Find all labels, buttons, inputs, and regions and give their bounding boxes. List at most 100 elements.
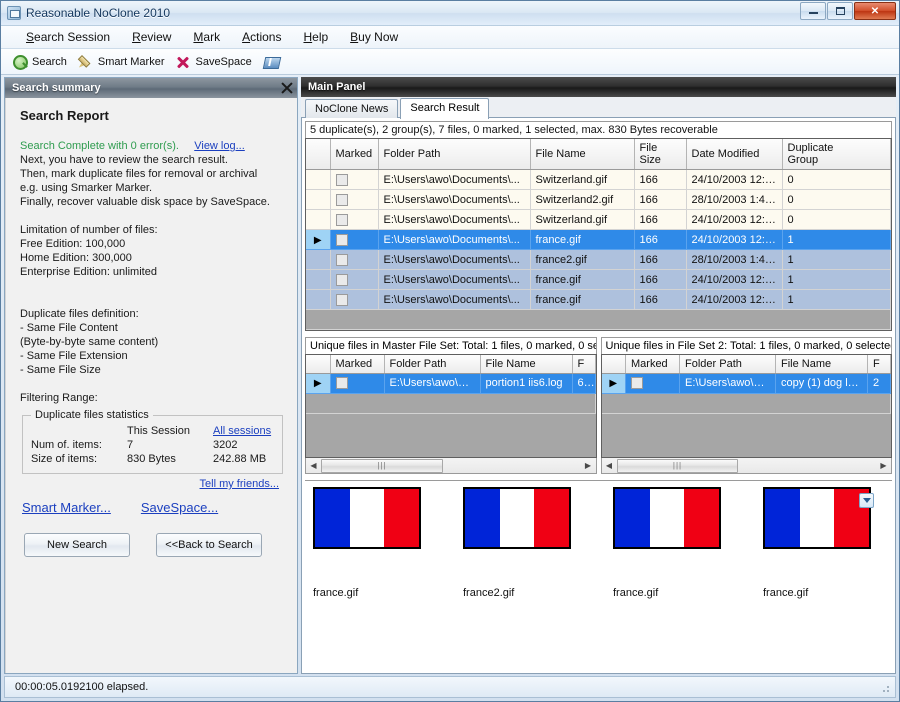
table-row[interactable]: ▶E:\Users\awo\Documents\...france.gif166… [306, 230, 891, 250]
set2-marked-cell[interactable] [626, 373, 680, 393]
menu-bar: Search Session Review Mark Actions Help … [1, 26, 899, 49]
tab-noclone-news[interactable]: NoClone News [305, 99, 398, 118]
master-scroll-left-icon[interactable]: ◀ [306, 459, 321, 473]
file-name-cell: Switzerland.gif [530, 170, 634, 190]
back-to-search-button[interactable]: <<Back to Search [156, 533, 262, 557]
master-scroll-thumb[interactable]: ||| [321, 459, 443, 473]
view-log-link[interactable]: View log... [194, 140, 245, 152]
thumbnail-item[interactable] [613, 487, 723, 549]
col-file-size[interactable]: File Size [634, 139, 686, 170]
table-row[interactable]: E:\Users\awo\Documents\...Switzerland.gi… [306, 170, 891, 190]
marked-cell[interactable] [330, 290, 378, 310]
menu-buy-now[interactable]: Buy Now [339, 28, 409, 46]
close-icon[interactable] [279, 80, 295, 96]
tab-search-result[interactable]: Search Result [400, 98, 489, 119]
master-file-set-grid[interactable]: Marked Folder Path File Name F ▶E:\Users… [305, 354, 597, 458]
table-row[interactable]: ▶E:\Users\awo\D...portion1 iis6.log65 [306, 373, 595, 393]
french-flag-image[interactable] [463, 487, 571, 549]
marked-checkbox[interactable] [336, 194, 348, 206]
french-flag-image[interactable] [313, 487, 421, 549]
table-row[interactable]: E:\Users\awo\Documents\...france.gif1662… [306, 270, 891, 290]
window-controls: ✕ [800, 2, 896, 20]
minimize-button[interactable] [800, 2, 826, 20]
set2-scroll-left-icon[interactable]: ◀ [602, 459, 617, 473]
toolbar-search-button[interactable]: Search [9, 52, 75, 72]
table-row[interactable]: E:\Users\awo\Documents\...france.gif1662… [306, 290, 891, 310]
set2-col-marked[interactable]: Marked [626, 355, 680, 373]
toolbar-smart-marker-button[interactable]: Smart Marker [75, 52, 173, 72]
maximize-button[interactable] [827, 2, 853, 20]
master-marked-checkbox[interactable] [336, 377, 348, 389]
size-items-this-session: 830 Bytes [127, 452, 213, 466]
master-scroll-right-icon[interactable]: ▶ [581, 459, 596, 473]
table-row[interactable]: E:\Users\awo\Documents\...france2.gif166… [306, 250, 891, 270]
definition-size: - Same File Size [20, 363, 285, 377]
toolbar-savespace-button[interactable]: SaveSpace [172, 52, 259, 72]
toolbar-help-button[interactable] [260, 52, 287, 72]
master-col-file-name[interactable]: File Name [480, 355, 572, 373]
menu-review-label: eview [141, 30, 172, 44]
marked-cell[interactable] [330, 190, 378, 210]
french-flag-image[interactable] [763, 487, 871, 549]
marked-checkbox[interactable] [336, 234, 348, 246]
menu-help[interactable]: Help [292, 28, 339, 46]
marked-cell[interactable] [330, 250, 378, 270]
thumbnail-item[interactable] [463, 487, 573, 549]
table-row[interactable]: E:\Users\awo\Documents\...Switzerland2.g… [306, 190, 891, 210]
col-marked[interactable]: Marked [330, 139, 378, 170]
marked-cell[interactable] [330, 230, 378, 250]
master-file-set-title: Unique files in Master File Set: Total: … [305, 337, 597, 354]
col-folder-path[interactable]: Folder Path [378, 139, 530, 170]
all-sessions-link[interactable]: All sessions [213, 425, 271, 437]
num-items-this-session: 7 [127, 438, 213, 452]
statistics-row-size-items: Size of items: 830 Bytes 242.88 MB [31, 452, 274, 466]
french-flag-image[interactable] [613, 487, 721, 549]
resize-grip-icon[interactable] [877, 680, 891, 694]
col-file-name[interactable]: File Name [530, 139, 634, 170]
smart-marker-link[interactable]: Smart Marker... [22, 500, 111, 515]
menu-search-session[interactable]: Search Session [15, 28, 121, 46]
col-duplicate-group[interactable]: Duplicate Group [782, 139, 891, 170]
menu-search-session-accel: S [26, 30, 34, 44]
marked-cell[interactable] [330, 170, 378, 190]
set2-marked-checkbox[interactable] [631, 377, 643, 389]
marked-cell[interactable] [330, 270, 378, 290]
thumbnail-item[interactable] [313, 487, 423, 549]
menu-actions[interactable]: Actions [231, 28, 292, 46]
marked-checkbox[interactable] [336, 274, 348, 286]
scroll-down-icon[interactable] [859, 493, 874, 508]
savespace-link[interactable]: SaveSpace... [141, 500, 218, 515]
marked-cell[interactable] [330, 210, 378, 230]
set2-col-file-name[interactable]: File Name [776, 355, 868, 373]
marked-checkbox[interactable] [336, 294, 348, 306]
set2-col-next[interactable]: F [868, 355, 891, 373]
tell-my-friends-link[interactable]: Tell my friends... [200, 478, 279, 490]
master-col-folder-path[interactable]: Folder Path [384, 355, 480, 373]
table-row[interactable]: E:\Users\awo\Documents\...Switzerland.gi… [306, 210, 891, 230]
marked-checkbox[interactable] [336, 174, 348, 186]
file-set-2-grid[interactable]: Marked Folder Path File Name F ▶E:\Users… [601, 354, 893, 458]
marked-checkbox[interactable] [336, 254, 348, 266]
flag-band [384, 489, 419, 547]
master-col-next[interactable]: F [572, 355, 595, 373]
new-search-button[interactable]: New Search [24, 533, 130, 557]
col-date-modified[interactable]: Date Modified [686, 139, 782, 170]
set2-scroll-thumb[interactable]: ||| [617, 459, 739, 473]
master-horizontal-scrollbar[interactable]: ◀ ||| ▶ [305, 458, 597, 474]
marked-checkbox[interactable] [336, 214, 348, 226]
menu-mark-accel: M [193, 30, 203, 44]
menu-review[interactable]: Review [121, 28, 182, 46]
menu-mark[interactable]: Mark [182, 28, 231, 46]
set2-horizontal-scrollbar[interactable]: ◀ ||| ▶ [601, 458, 893, 474]
set2-scroll-track[interactable]: ||| [617, 459, 877, 473]
master-scroll-track[interactable]: ||| [321, 459, 581, 473]
set2-next-cell: 2 [868, 373, 891, 393]
thumbnail-item[interactable] [763, 487, 873, 549]
master-marked-cell[interactable] [330, 373, 384, 393]
master-col-marked[interactable]: Marked [330, 355, 384, 373]
table-row[interactable]: ▶E:\Users\awo\D...copy (1) dog loos...2 [602, 373, 891, 393]
set2-scroll-right-icon[interactable]: ▶ [876, 459, 891, 473]
close-button[interactable]: ✕ [854, 2, 896, 20]
set2-col-folder-path[interactable]: Folder Path [680, 355, 776, 373]
duplicates-grid[interactable]: Marked Folder Path File Name File Size D… [305, 138, 892, 331]
